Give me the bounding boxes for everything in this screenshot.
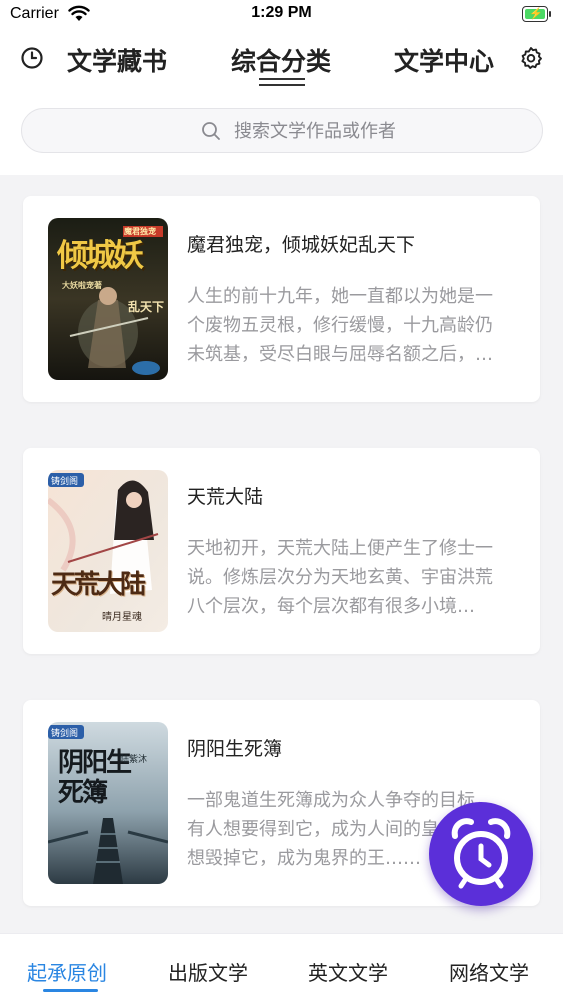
gear-icon[interactable] [519, 46, 543, 70]
tab-literature-collection[interactable]: 文学藏书 [67, 42, 167, 78]
book-card[interactable]: 铸剑阁 天荒大陆 晴月星魂 天荒大陆 天地初开，天荒大陆上便产生了修士一说。修炼… [23, 448, 540, 654]
book-cover[interactable]: 魔君独宠 倾城妖 大妖啦宠著 乱天下 [48, 218, 168, 380]
cover-subtitle-text: 乱天下 [128, 300, 165, 314]
cover-title-art: 天荒大陆 [51, 570, 146, 600]
status-time: 1:29 PM [251, 4, 312, 21]
active-tab-indicator [259, 78, 305, 80]
top-navigation: 文学藏书 综合分类 文学中心 [0, 30, 563, 90]
active-tab-indicator-lower [259, 84, 305, 86]
cover-author-text: 大妖啦宠著 [62, 280, 102, 290]
book-card[interactable]: 魔君独宠 倾城妖 大妖啦宠著 乱天下 魔君独宠，倾城妖妃乱天下 人生的前十九年，… [23, 196, 540, 402]
bottom-active-indicator [43, 989, 98, 992]
cover-author-text: 晴月星魂 [102, 612, 142, 623]
search-icon [201, 121, 221, 145]
book-title[interactable]: 天荒大陆 [187, 482, 263, 509]
cover-author-text: 陆紫沐 [120, 755, 148, 765]
tab-literature-center[interactable]: 文学中心 [394, 42, 494, 78]
tab-categories[interactable]: 综合分类 [231, 42, 331, 78]
cover-badge-text: 铸剑阁 [51, 729, 79, 739]
cover-title-art: 倾城妖 [57, 238, 144, 274]
book-cover[interactable]: 铸剑阁 天荒大陆 晴月星魂 [48, 470, 168, 632]
book-cover[interactable]: 铸剑阁 阴阳生死簿 陆紫沐 [48, 722, 168, 884]
alarm-clock-icon [429, 802, 533, 906]
header-area: Carrier 1:29 PM ⚡ 文学藏书 综合分类 文学中心 [0, 0, 563, 175]
search-input[interactable] [234, 118, 514, 144]
cover-small-text: 魔君独宠 [124, 226, 156, 236]
tab-original[interactable]: 起承原创 [27, 957, 107, 986]
book-title[interactable]: 魔君独宠，倾城妖妃乱天下 [187, 230, 415, 257]
book-description: 人生的前十九年，她一直都以为她是一个废物五灵根，修行缓慢，十九高龄仍未筑基，受尽… [187, 286, 493, 365]
book-title[interactable]: 阴阳生死簿 [187, 734, 282, 761]
status-bar: Carrier 1:29 PM ⚡ [0, 0, 563, 30]
clock-icon[interactable] [20, 46, 44, 70]
cover-badge-text: 铸剑阁 [51, 477, 79, 487]
search-bar[interactable] [21, 108, 543, 153]
tab-english[interactable]: 英文文学 [308, 957, 388, 986]
tab-web[interactable]: 网络文学 [449, 957, 529, 986]
tab-published[interactable]: 出版文学 [168, 957, 248, 986]
bottom-tab-bar: 起承原创 出版文学 英文文学 网络文学 [0, 933, 563, 1000]
alarm-fab-button[interactable] [429, 802, 533, 906]
book-description: 天地初开，天荒大陆上便产生了修士一说。修炼层次分为天地玄黄、宇宙洪荒八个层次，每… [187, 538, 493, 617]
battery-icon: ⚡ [522, 6, 552, 22]
